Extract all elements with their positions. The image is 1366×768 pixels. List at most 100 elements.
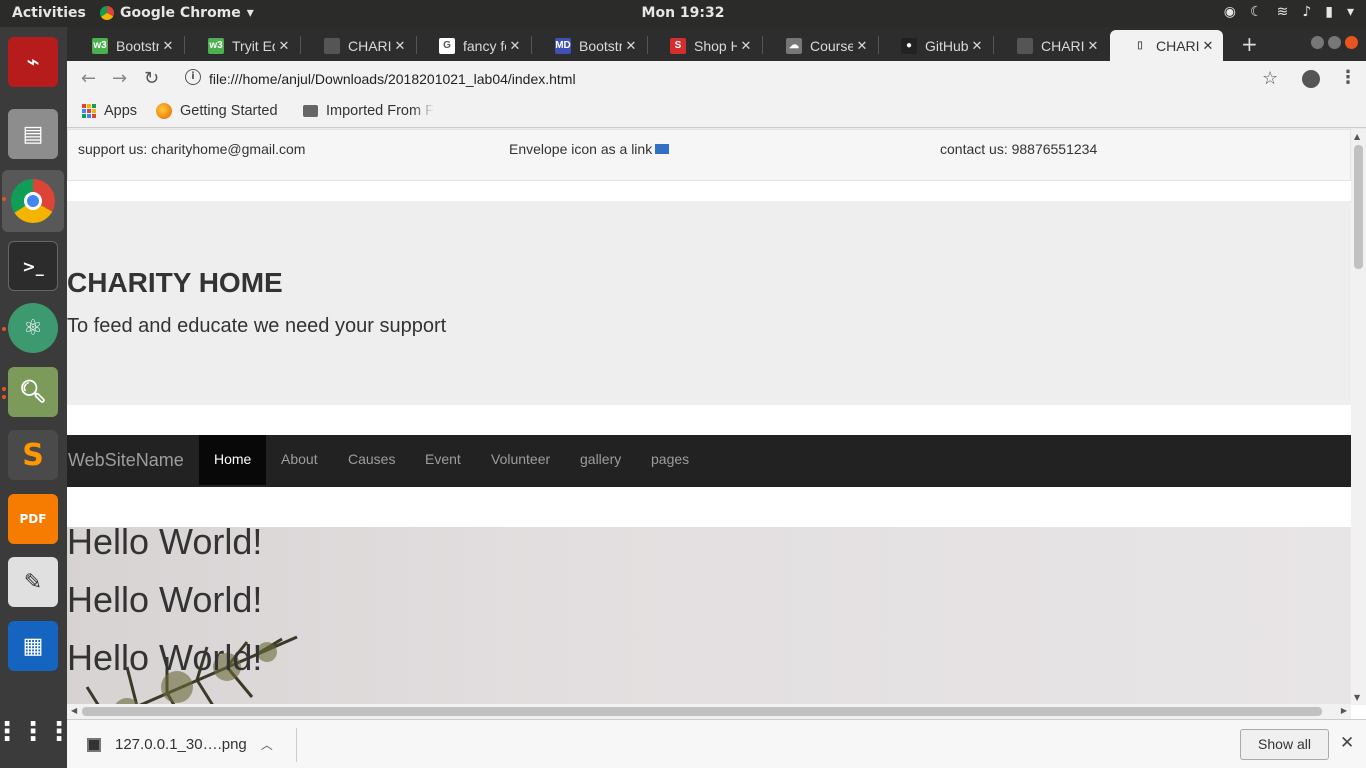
show-all-button[interactable]: Show all — [1240, 729, 1329, 760]
bookmark-imported[interactable]: Imported From F — [303, 103, 438, 119]
volume-icon[interactable]: ♪ — [1302, 4, 1311, 20]
divider — [296, 728, 297, 762]
tab-close-icon[interactable]: ✕ — [853, 38, 871, 54]
scroll-down-arrow-icon[interactable]: ▼ — [1354, 693, 1360, 702]
browser-tab[interactable]: MD Bootstr ✕ — [533, 30, 646, 61]
record-icon[interactable]: ◉ — [1224, 4, 1236, 20]
chrome-icon[interactable] — [2, 170, 64, 232]
nav-volunteer[interactable]: Volunteer — [476, 435, 565, 485]
envelope-link-text: Envelope icon as a link — [509, 141, 653, 157]
scroll-up-arrow-icon[interactable]: ▲ — [1354, 132, 1360, 141]
tab-favicon-icon: S — [670, 37, 686, 54]
horizontal-scroll-thumb[interactable] — [82, 707, 1322, 716]
tab-close-icon[interactable]: ✕ — [275, 38, 293, 54]
folder-icon — [303, 105, 318, 117]
files-icon[interactable]: ▤ — [8, 109, 58, 159]
close-window-button[interactable] — [1345, 36, 1358, 49]
scroll-right-arrow-icon[interactable]: ▶ — [1341, 706, 1347, 715]
bookmarks-bar: Apps Getting Started Imported From F — [67, 98, 1366, 128]
writer-icon[interactable]: ▦ — [8, 621, 58, 671]
browser-tab[interactable]: ☁ Course ✕ — [764, 30, 877, 61]
nav-event[interactable]: Event — [410, 435, 476, 485]
system-tray[interactable]: ◉ ☾ ≋ ♪ ▮ ▾ — [1224, 4, 1354, 20]
tab-separator — [993, 36, 994, 54]
tab-close-icon[interactable]: ✕ — [506, 38, 524, 54]
vertical-scrollbar[interactable]: ▲ ▼ — [1351, 129, 1366, 705]
page-subtitle: To feed and educate we need your support — [67, 315, 447, 337]
chevron-up-icon[interactable]: ︿ — [261, 736, 273, 753]
envelope-link[interactable]: Envelope icon as a link — [509, 141, 670, 157]
browser-tab[interactable]: w3 Tryit Ed ✕ — [186, 30, 299, 61]
navbar-brand[interactable]: WebSiteName — [68, 450, 184, 471]
tab-close-icon[interactable]: ✕ — [159, 38, 177, 54]
app-grid-icon[interactable]: ⋮⋮⋮ — [0, 707, 72, 757]
tab-favicon-icon: w3 — [92, 37, 108, 54]
tab-close-icon[interactable]: ✕ — [622, 38, 640, 54]
download-item[interactable]: 127.0.0.1_30….png ︿ — [87, 736, 273, 753]
horizontal-scrollbar[interactable]: ◀ ▶ — [67, 704, 1351, 719]
battery-icon[interactable]: ▮ — [1325, 4, 1333, 20]
bookmark-star-icon[interactable]: ☆ — [1262, 68, 1278, 89]
image-viewer-icon[interactable]: 🔍︎ — [8, 367, 58, 417]
tab-close-icon[interactable]: ✕ — [968, 38, 986, 54]
browser-tab[interactable]: ▯ CHARIT✕ — [1110, 30, 1223, 61]
forward-arrow-icon[interactable]: → — [112, 68, 127, 89]
browser-tab[interactable]: w3 Bootstr ✕ — [70, 30, 183, 61]
reload-icon[interactable]: ↻ — [144, 68, 159, 89]
tab-close-icon[interactable]: ✕ — [737, 38, 755, 54]
tab-close-icon[interactable]: ✕ — [1084, 38, 1102, 54]
wifi-icon[interactable]: ≋ — [1277, 4, 1289, 20]
profile-avatar-icon[interactable] — [1302, 70, 1320, 88]
browser-tab[interactable]: Gfancy fo✕ — [417, 30, 530, 61]
download-filename: 127.0.0.1_30….png — [115, 736, 247, 753]
info-icon[interactable]: i — [185, 69, 201, 85]
tab-title: fancy fo — [463, 37, 506, 54]
address-bar[interactable]: file:///home/anjul/Downloads/2018201021_… — [209, 71, 576, 87]
back-arrow-icon[interactable]: ← — [81, 68, 96, 89]
bookmark-apps[interactable]: Apps — [82, 103, 137, 119]
hello-heading-1: Hello World! — [67, 527, 263, 562]
browser-tab[interactable]: CHARIT✕ — [302, 30, 415, 61]
tab-close-icon[interactable]: ✕ — [391, 38, 409, 54]
terminal-icon[interactable]: >_ — [8, 241, 58, 291]
top-info-bar: support us: charityhome@gmail.com Envelo… — [67, 129, 1351, 181]
night-light-icon[interactable]: ☾ — [1250, 4, 1263, 20]
scroll-left-arrow-icon[interactable]: ◀ — [71, 706, 77, 715]
chevron-down-icon[interactable]: ▾ — [1347, 4, 1354, 20]
apps-grid-icon — [82, 104, 96, 118]
bookmark-getting-started[interactable]: Getting Started — [156, 103, 278, 119]
running-indicator — [2, 387, 6, 391]
bookmark-label: Getting Started — [180, 103, 278, 119]
tab-favicon-icon: ● — [901, 37, 917, 54]
envelope-icon[interactable] — [655, 144, 670, 154]
tab-close-icon[interactable]: ✕ — [1199, 38, 1217, 54]
tab-favicon-icon: w3 — [208, 37, 224, 54]
more-menu-icon[interactable]: ⋮ — [1339, 67, 1357, 88]
nav-about[interactable]: About — [266, 435, 333, 485]
close-icon[interactable]: ✕ — [1340, 733, 1354, 753]
sublime-icon[interactable]: S — [8, 430, 58, 480]
atom-icon[interactable]: ⚛ — [8, 303, 58, 353]
nav-gallery[interactable]: gallery — [565, 435, 636, 485]
nav-pages[interactable]: pages — [636, 435, 704, 485]
image-file-icon — [87, 737, 101, 752]
text-editor-icon[interactable]: ✎ — [8, 557, 58, 607]
nav-home[interactable]: Home — [199, 435, 267, 485]
vertical-scroll-thumb[interactable] — [1354, 145, 1363, 269]
tab-title: CHARIT — [348, 37, 391, 54]
tab-title: Bootstr — [116, 37, 159, 54]
acrobat-icon[interactable]: ⌁ — [8, 37, 58, 87]
new-tab-button[interactable]: + — [1241, 32, 1258, 56]
pdf-editor-icon[interactable]: PDF — [8, 494, 58, 544]
hero-background: Hello World! Hello World! Hello World! — [67, 527, 1351, 719]
contact-number: contact us: 98876551234 — [940, 141, 1098, 157]
browser-tab[interactable]: S Shop H ✕ — [648, 30, 761, 61]
minimize-button[interactable] — [1311, 36, 1324, 49]
clock[interactable]: Mon 19:32 — [0, 5, 1366, 21]
browser-tab[interactable]: CHARIT✕ — [995, 30, 1108, 61]
hello-heading-3: Hello World! — [67, 637, 263, 678]
nav-causes[interactable]: Causes — [333, 435, 410, 485]
maximize-button[interactable] — [1328, 36, 1341, 49]
window-controls — [1311, 36, 1358, 49]
browser-tab[interactable]: ● GitHub ✕ — [879, 30, 992, 61]
